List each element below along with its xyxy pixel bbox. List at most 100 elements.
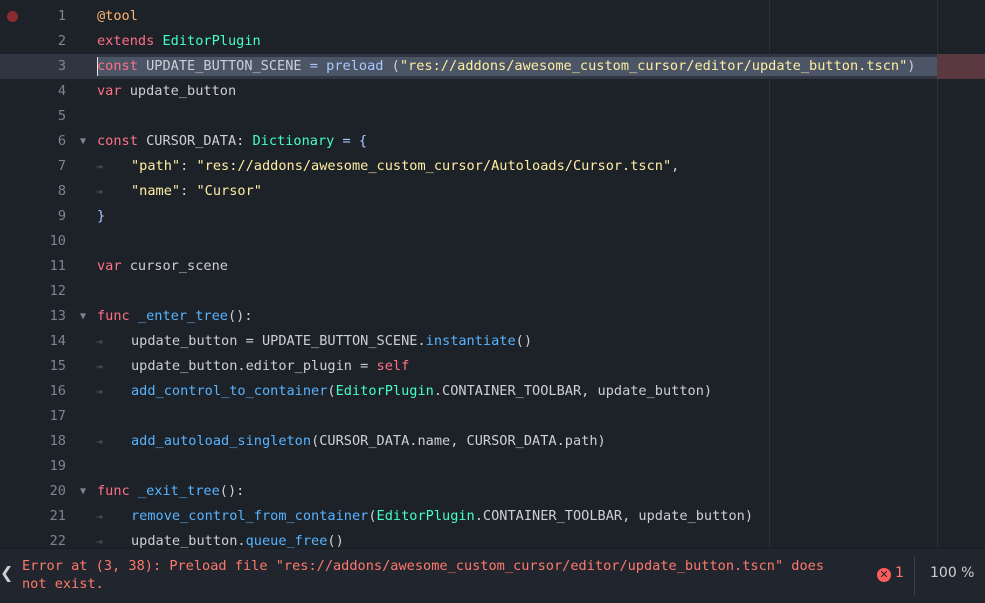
code-token: "Cursor" <box>196 183 262 199</box>
code-text: const CURSOR_DATA: Dictionary = { <box>97 129 367 154</box>
code-token: () <box>515 333 533 349</box>
code-line[interactable]: 10 <box>0 229 985 254</box>
code-text: func _exit_tree(): <box>97 479 244 504</box>
line-number: 6 <box>57 133 66 149</box>
code-line[interactable]: 18 ⇥ add_autoload_singleton(CURSOR_DATA.na… <box>0 429 985 454</box>
code-line[interactable]: 4 var update_button <box>0 79 985 104</box>
code-token: remove_control_from_container <box>131 508 369 524</box>
code-text: func _enter_tree(): <box>97 304 253 329</box>
fold-chevron-icon[interactable]: ▼ <box>80 129 86 154</box>
code-line[interactable]: 8 ⇥ "name": "Cursor" <box>0 179 985 204</box>
tab-indent-icon: ⇥ <box>96 385 103 398</box>
zoom-level[interactable]: 100 % <box>930 565 974 581</box>
code-token: ( <box>383 58 400 74</box>
code-token: update_button = UPDATE_BUTTON_SCENE. <box>131 333 426 349</box>
code-text: @tool <box>97 4 138 29</box>
code-token: (): <box>219 483 245 499</box>
code-line[interactable]: 22 ⇥ update_button.queue_free() <box>0 529 985 548</box>
tab-indent-icon: ⇥ <box>96 335 103 348</box>
code-line[interactable]: 14 ⇥ update_button = UPDATE_BUTTON_SCENE.i… <box>0 329 985 354</box>
close-circle-icon: ✕ <box>877 568 891 582</box>
line-number: 20 <box>49 483 66 499</box>
line-number: 17 <box>49 408 66 424</box>
code-line[interactable]: 19 <box>0 454 985 479</box>
code-editor[interactable]: 1 @tool 2 extends EditorPlugin 3 const UPDATE… <box>0 0 985 548</box>
code-text: "name": "Cursor" <box>131 179 262 204</box>
line-number: 22 <box>49 533 66 548</box>
tab-indent-icon: ⇥ <box>96 535 103 548</box>
code-token: () <box>327 533 344 548</box>
code-token: extends <box>97 33 163 49</box>
code-token: "path" <box>131 158 181 174</box>
code-token: } <box>97 208 106 224</box>
code-text: extends EditorPlugin <box>97 29 261 54</box>
line-number: 7 <box>57 158 66 174</box>
code-text: add_control_to_container(EditorPlugin.CO… <box>131 379 712 404</box>
code-text: update_button = UPDATE_BUTTON_SCENE.inst… <box>131 329 532 354</box>
code-token: "res://addons/awesome_custom_cursor/edit… <box>399 58 908 74</box>
code-token: .CONTAINER_TOOLBAR, update_button) <box>433 383 713 399</box>
code-line[interactable]: 5 <box>0 104 985 129</box>
code-line[interactable]: 13 ▼ func _enter_tree(): <box>0 304 985 329</box>
line-number: 10 <box>49 233 66 249</box>
code-line[interactable]: 20 ▼ func _exit_tree(): <box>0 479 985 504</box>
code-token: const <box>97 58 138 74</box>
code-token: ( <box>327 383 336 399</box>
code-line[interactable]: 17 <box>0 404 985 429</box>
code-token: func <box>97 308 130 324</box>
line-number: 21 <box>49 508 66 524</box>
tab-indent-icon: ⇥ <box>96 510 103 523</box>
code-token: update_button.editor_plugin = <box>131 358 377 374</box>
fold-chevron-icon[interactable]: ▼ <box>80 479 86 504</box>
code-text: "path": "res://addons/awesome_custom_cur… <box>131 154 679 179</box>
code-token: add_autoload_singleton <box>131 433 312 449</box>
code-line[interactable]: 9} <box>0 204 985 229</box>
code-line[interactable]: 6 ▼ const CURSOR_DATA: Dictionary = { <box>0 129 985 154</box>
line-number: 16 <box>49 383 66 399</box>
code-line[interactable]: 11 var cursor_scene <box>0 254 985 279</box>
breakpoint-icon[interactable] <box>7 11 18 22</box>
code-token: , <box>671 158 680 174</box>
code-text: update_button.editor_plugin = self <box>131 354 409 379</box>
code-token: EditorPlugin <box>335 383 434 399</box>
code-line[interactable]: 2 extends EditorPlugin <box>0 29 985 54</box>
code-line[interactable]: 12 <box>0 279 985 304</box>
line-number: 4 <box>57 83 66 99</box>
line-number: 2 <box>57 33 66 49</box>
fold-chevron-icon[interactable]: ▼ <box>80 304 86 329</box>
code-token: update_button. <box>131 533 246 548</box>
line-number: 15 <box>49 358 66 374</box>
code-line[interactable]: 15 ⇥ update_button.editor_plugin = self <box>0 354 985 379</box>
code-text: const UPDATE_BUTTON_SCENE = preload ("re… <box>97 54 915 79</box>
code-line[interactable]: 1 @tool <box>0 4 985 29</box>
code-token: UPDATE_BUTTON_SCENE <box>137 58 310 74</box>
code-text: var update_button <box>97 79 236 104</box>
code-token: update_button <box>121 83 237 99</box>
status-bar: ❮ Error at (3, 38): Preload file "res://… <box>0 548 985 603</box>
tab-indent-icon: ⇥ <box>96 360 103 373</box>
line-number: 11 <box>49 258 66 274</box>
line-number: 13 <box>49 308 66 324</box>
code-line[interactable]: 7 ⇥ "path": "res://addons/awesome_custom_c… <box>0 154 985 179</box>
code-token: ) <box>907 58 916 74</box>
line-number: 5 <box>57 108 66 124</box>
text-caret <box>97 57 98 76</box>
line-number: 8 <box>57 183 66 199</box>
collapse-panel-icon[interactable]: ❮ <box>0 563 13 582</box>
code-text: remove_control_from_container(EditorPlug… <box>131 504 753 529</box>
code-line[interactable]: 16 ⇥ add_control_to_container(EditorPlugin… <box>0 379 985 404</box>
line-number: 12 <box>49 283 66 299</box>
line-number: 18 <box>49 433 66 449</box>
code-line[interactable]: 3 const UPDATE_BUTTON_SCENE = preload ("r… <box>0 54 985 79</box>
code-token: @tool <box>97 8 138 24</box>
error-counter-button[interactable]: ✕ 1 <box>877 565 904 582</box>
code-token: EditorPlugin <box>376 508 475 524</box>
error-message[interactable]: Error at (3, 38): Preload file "res://ad… <box>22 557 852 593</box>
code-line[interactable]: 21 ⇥ remove_control_from_container(EditorP… <box>0 504 985 529</box>
code-token: "name" <box>131 183 181 199</box>
code-token: : <box>180 158 197 174</box>
line-number: 1 <box>57 8 66 24</box>
code-token: var <box>97 83 122 99</box>
